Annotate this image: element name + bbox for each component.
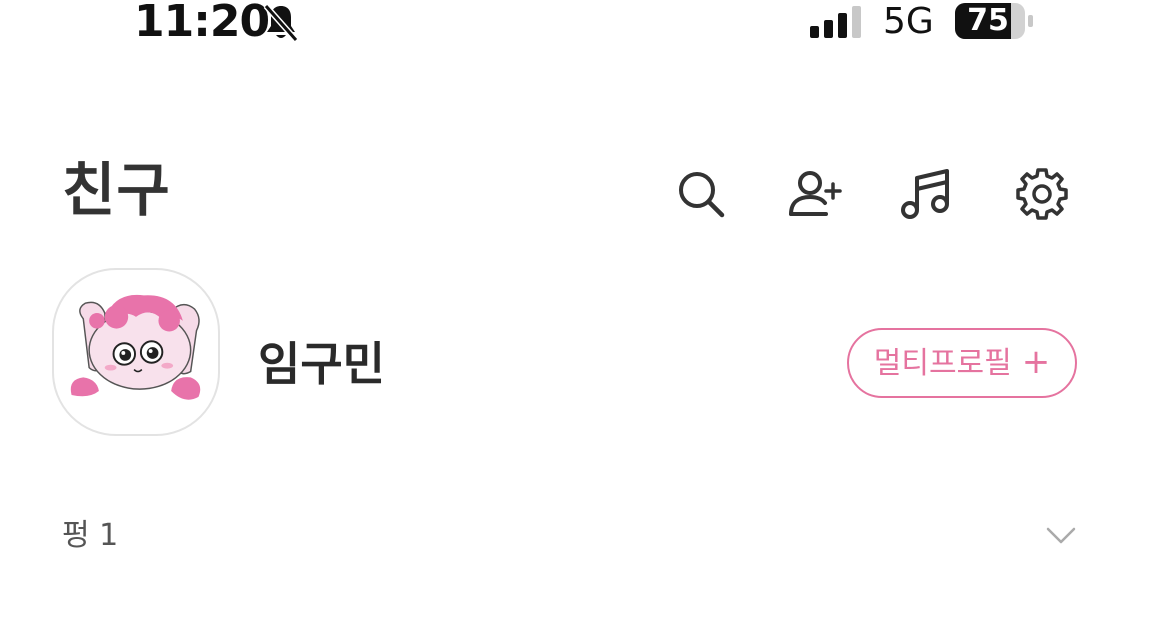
multi-profile-button[interactable]: 멀티프로필 +	[847, 328, 1077, 398]
search-icon[interactable]	[672, 166, 728, 222]
profile-name[interactable]: 임구민	[258, 334, 385, 394]
friend-group-row[interactable]: 펑 1	[0, 500, 1160, 572]
chevron-down-icon[interactable]	[1044, 518, 1078, 552]
add-friend-icon[interactable]	[786, 166, 842, 222]
multi-profile-label: 멀티프로필	[873, 346, 1012, 381]
music-icon[interactable]	[898, 166, 954, 222]
bell-off-icon	[262, 2, 300, 42]
settings-icon[interactable]	[1014, 166, 1070, 222]
plus-icon: +	[1021, 342, 1051, 382]
network-type: 5G	[883, 1, 934, 42]
battery-level: 75	[967, 3, 1009, 38]
profile-avatar[interactable]	[52, 268, 220, 436]
cellular-signal-icon	[810, 6, 866, 38]
page-title: 친구	[62, 156, 171, 224]
group-label: 펑 1	[62, 518, 119, 553]
status-time: 11:20	[134, 0, 270, 47]
